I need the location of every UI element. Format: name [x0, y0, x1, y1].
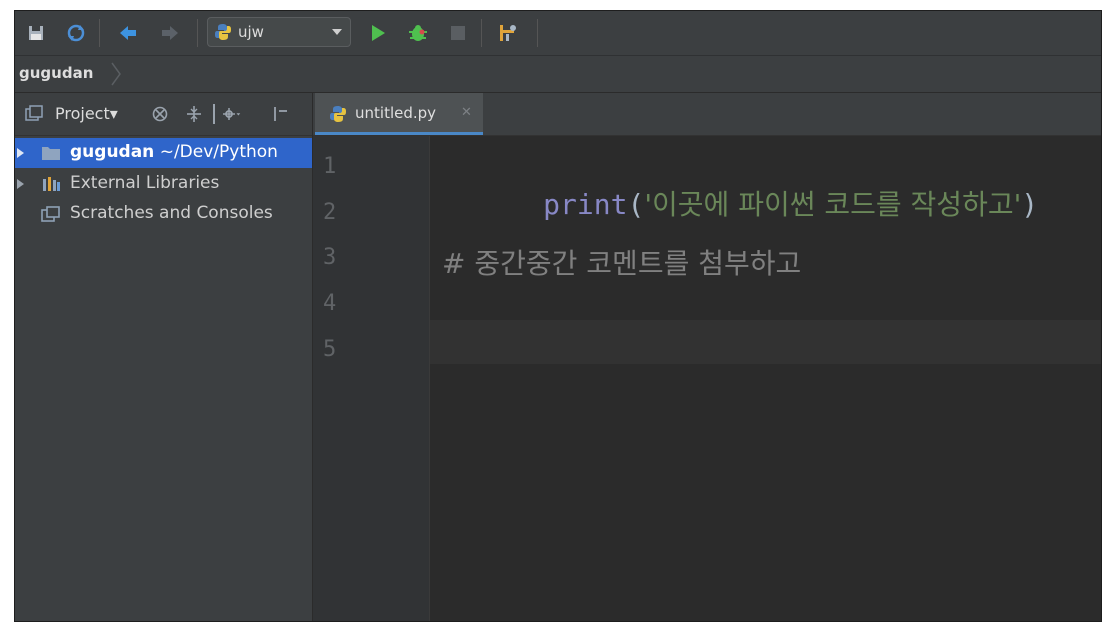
library-icon	[43, 177, 60, 191]
project-view-icon	[25, 105, 43, 121]
python-icon	[215, 24, 231, 40]
line-number-gutter: 1 2 3 4 5	[313, 136, 429, 621]
close-tab-icon[interactable]: ✕	[461, 105, 472, 120]
line-number: 3	[323, 245, 337, 270]
chevron-down-icon	[332, 29, 342, 35]
gear-icon[interactable]	[223, 105, 241, 123]
tree-item-label: gugudan	[70, 142, 155, 162]
collapse-all-icon[interactable]	[185, 105, 203, 123]
line-number: 2	[323, 200, 337, 225]
locate-target-icon[interactable]	[151, 105, 169, 123]
tree-item-label: External Libraries	[70, 173, 220, 193]
folder-icon	[42, 147, 60, 160]
open-paren: (	[627, 188, 645, 221]
project-view-selector[interactable]: Project▾	[55, 104, 118, 123]
toolbar-separator	[197, 19, 198, 47]
back-arrow-icon[interactable]	[117, 22, 139, 44]
code-editor[interactable]: print('이곳에 파이썬 코드를 작성하고') # 중간중간 코멘트를 첨부…	[429, 136, 1101, 621]
close-paren: )	[1021, 188, 1039, 221]
builtin-print: print	[543, 188, 628, 221]
project-panel-header: Project▾	[15, 93, 312, 136]
save-icon[interactable]	[25, 22, 47, 44]
line-number: 5	[323, 337, 337, 362]
main-toolbar: ujw	[15, 11, 1101, 56]
tree-item-scratches[interactable]: Scratches and Consoles	[15, 199, 312, 229]
expand-arrow-icon[interactable]	[17, 148, 24, 158]
current-line-highlight	[430, 320, 1101, 364]
toolbar-separator	[99, 19, 100, 47]
expand-arrow-icon[interactable]	[17, 179, 24, 189]
breadcrumb-separator-icon	[111, 62, 121, 86]
tab-untitled-py[interactable]: untitled.py ✕	[315, 93, 483, 135]
breadcrumb: gugudan	[15, 56, 1101, 93]
string-literal: '이곳에 파이썬 코드를 작성하고'	[644, 188, 1022, 221]
tab-label: untitled.py	[355, 104, 437, 122]
debug-icon[interactable]	[407, 22, 429, 44]
sync-icon[interactable]	[65, 22, 87, 44]
editor-tab-bar: untitled.py ✕	[313, 93, 1101, 136]
breadcrumb-project[interactable]: gugudan	[19, 64, 93, 82]
python-file-icon	[330, 106, 346, 122]
line-number: 1	[323, 154, 337, 179]
settings-wrench-icon[interactable]	[497, 22, 519, 44]
project-panel: Project▾ gugudan ~/Dev/Python External L…	[15, 93, 313, 621]
toolbar-separator	[481, 19, 482, 47]
forward-arrow-icon[interactable]	[159, 22, 181, 44]
tree-item-external-libraries[interactable]: External Libraries	[15, 169, 312, 199]
line-number: 4	[323, 291, 337, 316]
tree-item-gugudan[interactable]: gugudan ~/Dev/Python	[15, 138, 312, 168]
code-line-1[interactable]: print('이곳에 파이썬 코드를 작성하고')	[442, 150, 1038, 256]
tree-item-path: ~/Dev/Python	[154, 142, 278, 162]
hide-panel-icon[interactable]	[271, 105, 289, 123]
panel-header-divider	[213, 104, 215, 124]
scratches-icon	[41, 206, 60, 222]
code-line-3-comment[interactable]: # 중간중간 코멘트를 첨부하고	[442, 242, 801, 282]
run-icon[interactable]	[367, 22, 389, 44]
ide-window: ujw gugudan Project▾ gugudan ~/Dev/Pytho…	[14, 10, 1102, 622]
run-config-dropdown[interactable]: ujw	[207, 17, 351, 47]
tree-item-label: Scratches and Consoles	[70, 203, 273, 223]
run-config-label: ujw	[238, 23, 264, 41]
toolbar-separator	[537, 19, 538, 47]
stop-icon[interactable]	[447, 22, 469, 44]
